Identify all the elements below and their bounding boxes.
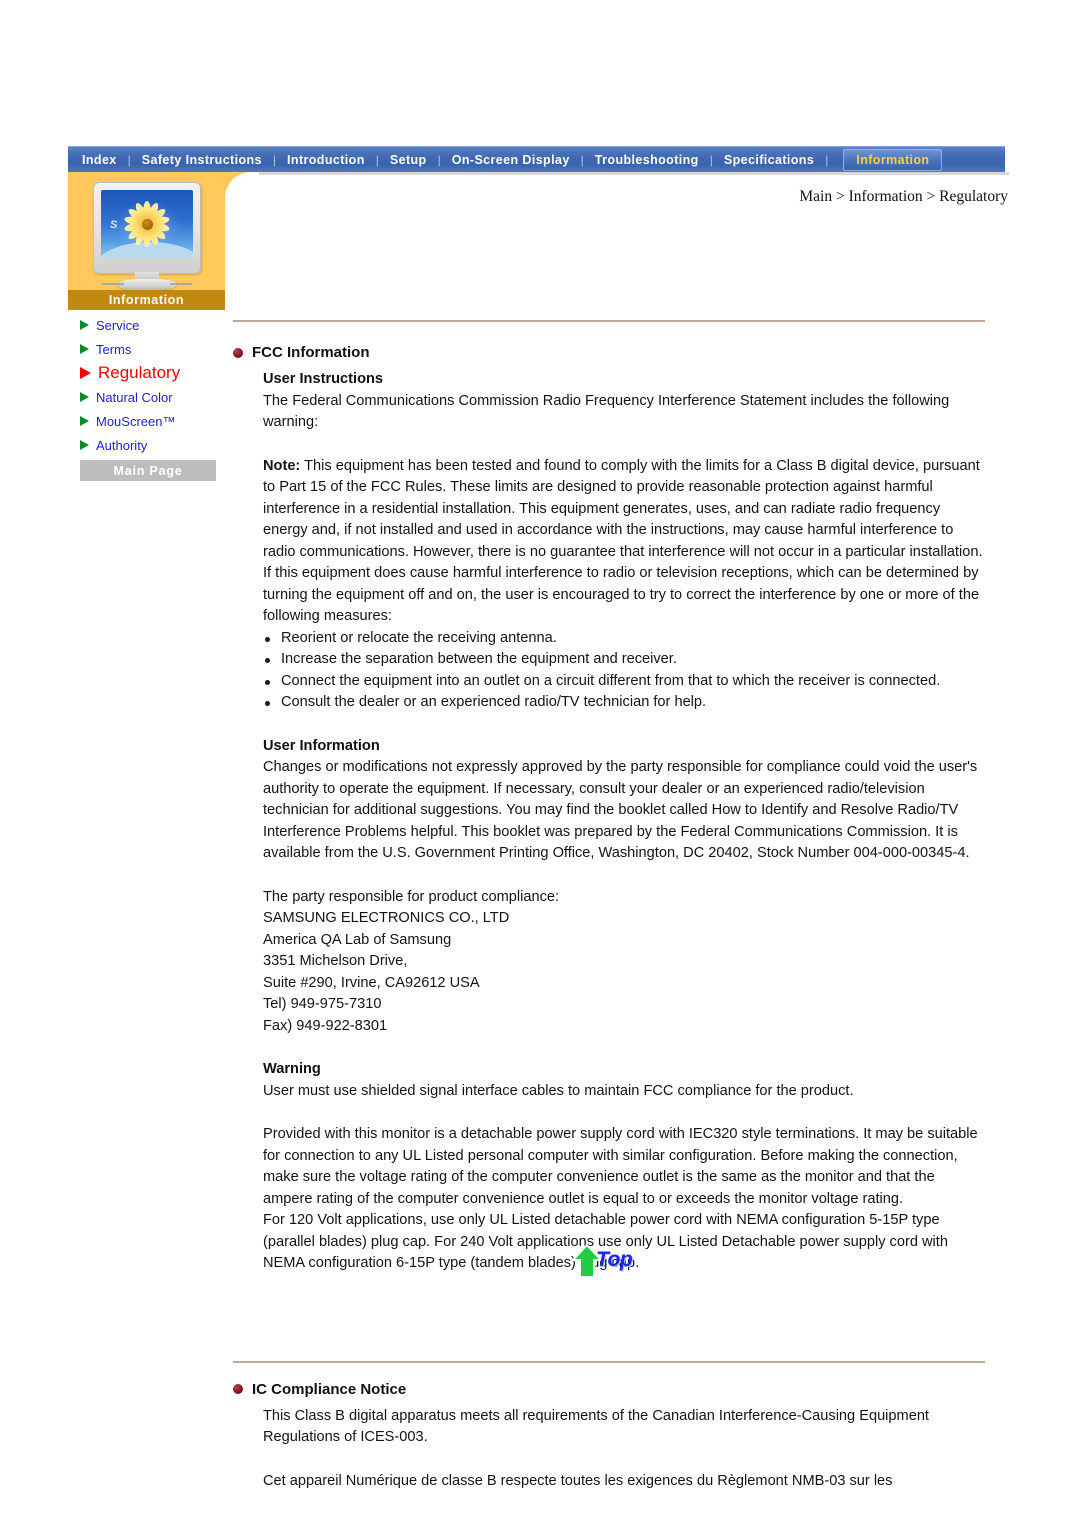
contact-line: Tel) 949-975-7310 [263, 996, 382, 1012]
main-page-button-label: Main Page [113, 463, 183, 478]
section-heading-ic: IC Compliance Notice [233, 1381, 985, 1398]
compliance-contact-block: The party responsible for product compli… [263, 887, 985, 1038]
section-title: IC Compliance Notice [252, 1380, 407, 1398]
nav-separator: | [375, 152, 379, 167]
nav-separator: | [127, 152, 131, 167]
arrow-right-icon [80, 320, 89, 330]
sub-heading: Warning [263, 1061, 321, 1077]
section-heading-fcc: FCC Information [233, 344, 985, 361]
paragraph: This Class B digital apparatus meets all… [263, 1407, 929, 1446]
back-to-top-button[interactable]: Top [572, 1242, 648, 1280]
paragraph: Changes or modifications not expressly a… [263, 759, 978, 861]
sidebar-item-label: Service [96, 317, 140, 333]
sidebar-item-label: Authority [96, 437, 148, 453]
list-item: Connect the equipment into an outlet on … [263, 671, 985, 693]
main-page-button[interactable]: Main Page [80, 460, 216, 481]
nav-separator: | [580, 152, 584, 167]
sidebar-item-regulatory[interactable]: Regulatory [80, 361, 230, 385]
nav-item-information[interactable]: Information [843, 148, 943, 171]
paragraph-with-lead: Note: This equipment has been tested and… [263, 456, 985, 628]
sidebar-item-label: Natural Color [96, 389, 173, 405]
main-content: FCC Information User Instructions The Fede… [233, 320, 985, 1492]
list-item: Increase the separation between the equi… [263, 649, 985, 671]
section-bullet-icon [233, 347, 243, 358]
sidebar-section-band: Information [68, 290, 225, 310]
sidebar-item-label: Terms [96, 341, 132, 357]
paragraph: Provided with this monitor is a detachab… [263, 1126, 978, 1207]
top-navigation-bar: Index | Safety Instructions | Introduction | S… [68, 146, 1005, 172]
monitor-brand-strip-right [170, 283, 192, 285]
nav-item-introduction[interactable]: Introduction [285, 147, 367, 173]
arrow-right-icon [80, 416, 89, 426]
contact-line: America QA Lab of Samsung [263, 931, 452, 948]
arrow-right-icon [80, 367, 91, 379]
sidebar-link-list: Service Terms Regulatory Natural Color MouSc… [80, 313, 230, 457]
sidebar-item-natural-color[interactable]: Natural Color [80, 385, 230, 409]
nav-item-setup[interactable]: Setup [388, 147, 429, 173]
sidebar-item-mouscreen-[interactable]: MouScreen™ [80, 409, 230, 433]
sidebar-item-terms[interactable]: Terms [80, 337, 230, 361]
measures-list: Reorient or relocate the receiving anten… [263, 628, 985, 714]
sub-heading: User Instructions [263, 371, 384, 387]
sidebar-item-service[interactable]: Service [80, 313, 230, 337]
paragraph-text: This equipment has been tested and found… [263, 457, 983, 625]
contact-line: SAMSUNG ELECTRONICS CO., LTD [263, 910, 510, 926]
section-divider [233, 1360, 985, 1363]
sunflower-core [141, 218, 153, 230]
nav-separator: | [437, 152, 441, 167]
nav-item-specifications[interactable]: Specifications [722, 147, 816, 173]
section-bullet-icon [233, 1384, 243, 1394]
monitor-brand-strip-left [102, 283, 124, 285]
top-button-spacer [233, 1305, 985, 1339]
sidebar-item-authority[interactable]: Authority [80, 433, 230, 457]
paragraph: The Federal Communications Commission Ra… [263, 392, 950, 431]
contact-line: The party responsible for product compli… [263, 888, 560, 905]
sunflower-icon [123, 201, 171, 247]
monitor-base [117, 279, 177, 290]
monitor-logo-letter: S [110, 219, 118, 231]
section-body-fcc: User Instructions The Federal Communicati… [263, 369, 985, 1275]
nav-separator: | [825, 152, 829, 167]
paragraph: User must use shielded signal interface … [263, 1082, 854, 1099]
contact-line: 3351 Michelson Drive, [263, 953, 408, 969]
contact-line: Suite #290, Irvine, CA92612 USA [263, 974, 480, 991]
nav-item-safety-instructions[interactable]: Safety Instructions [140, 147, 264, 173]
section-title: FCC Information [252, 344, 370, 361]
list-item: Consult the dealer or an experienced rad… [263, 692, 985, 714]
page-root: Index | Safety Instructions | Introduction | S… [0, 0, 1080, 1528]
sub-heading: User Information [263, 737, 380, 754]
nav-separator: | [272, 152, 277, 167]
nav-item-on-screen-display[interactable]: On-Screen Display [450, 147, 572, 173]
nav-item-troubleshooting[interactable]: Troubleshooting [593, 147, 701, 173]
arrow-right-icon [80, 392, 89, 402]
section-body-ic: This Class B digital apparatus meets all… [263, 1406, 985, 1493]
nav-item-index[interactable]: Index [80, 147, 119, 173]
sidebar-item-label: Regulatory [98, 363, 181, 382]
sidebar-item-label: MouScreen™ [96, 413, 176, 429]
back-to-top-label: Top [596, 1248, 633, 1271]
monitor-thumbnail-image: S [88, 182, 206, 290]
sidebar-rounded-corner [225, 172, 259, 210]
breadcrumb: Main > Information > Regulatory [799, 188, 1008, 205]
section-divider [233, 320, 985, 322]
arrow-right-icon [80, 344, 89, 354]
monitor-screen: S [101, 190, 193, 258]
contact-line: Fax) 949-922-8301 [263, 1017, 388, 1034]
paragraph: Cet appareil Numérique de classe B respe… [263, 1472, 893, 1489]
paragraph-lead-label: Note: [263, 457, 301, 474]
nav-separator: | [709, 152, 713, 167]
list-item: Reorient or relocate the receiving anten… [263, 628, 985, 650]
arrow-right-icon [80, 440, 89, 450]
sidebar-section-band-label: Information [108, 293, 185, 307]
